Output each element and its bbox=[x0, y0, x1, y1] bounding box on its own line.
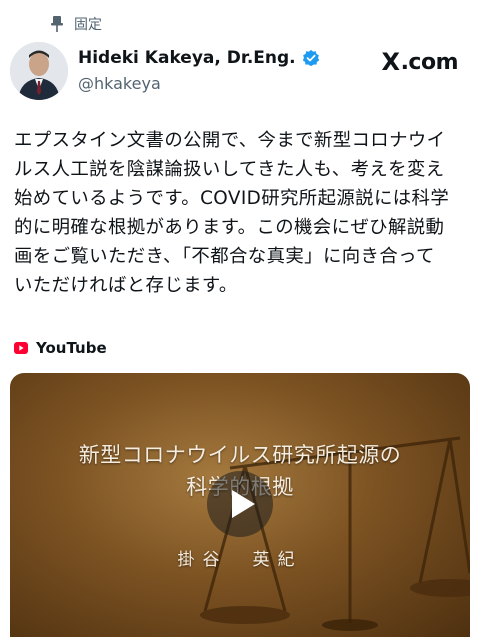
post-line: 始めているようです。COVID研究所起源説には科学 bbox=[14, 188, 450, 209]
link-provider[interactable]: YouTube bbox=[14, 339, 107, 357]
link-provider-label: YouTube bbox=[36, 339, 107, 357]
play-button[interactable] bbox=[207, 471, 273, 537]
post-line: いただければと存じます。 bbox=[14, 275, 238, 296]
x-com-logo: X .com bbox=[381, 48, 459, 76]
post-body: エプスタイン文書の公開で、今まで新型コロナウイ ルス人工説を陰謀論扱いしてきた人… bbox=[14, 126, 470, 300]
post-line: 的に明確な根拠があります。この機会にぜひ解説動 bbox=[14, 217, 445, 238]
author-display-name[interactable]: Hideki Kakeya, Dr.Eng. bbox=[78, 48, 296, 68]
pinned-label: 固定 bbox=[74, 17, 102, 33]
post-header: Hideki Kakeya, Dr.Eng. @hkakeya X .com bbox=[10, 42, 470, 104]
avatar[interactable] bbox=[10, 42, 68, 100]
video-title-line: 新型コロナウイルス研究所起源の bbox=[78, 443, 402, 467]
author-name-row[interactable]: Hideki Kakeya, Dr.Eng. bbox=[78, 48, 320, 68]
post-line: エプスタイン文書の公開で、今まで新型コロナウイ bbox=[14, 130, 446, 151]
author-handle[interactable]: @hkakeya bbox=[78, 74, 161, 93]
x-com-suffix: .com bbox=[400, 49, 459, 75]
post-line: 画をご覧いただき、「不都合な真実」に向き合って bbox=[14, 246, 435, 267]
play-icon bbox=[232, 490, 255, 518]
verified-badge-icon bbox=[302, 49, 319, 67]
pinned-indicator: 固定 bbox=[50, 13, 102, 35]
post-line: ルス人工説を陰謀論扱いしてきた人も、考えを変え bbox=[14, 159, 445, 180]
x-logo-icon: X bbox=[381, 48, 401, 76]
youtube-icon bbox=[14, 342, 28, 354]
video-thumbnail[interactable]: 新型コロナウイルス研究所起源の 科学的根拠 掛谷 英紀 bbox=[10, 373, 470, 637]
video-author: 掛谷 英紀 bbox=[177, 550, 303, 570]
pin-icon bbox=[51, 16, 63, 32]
